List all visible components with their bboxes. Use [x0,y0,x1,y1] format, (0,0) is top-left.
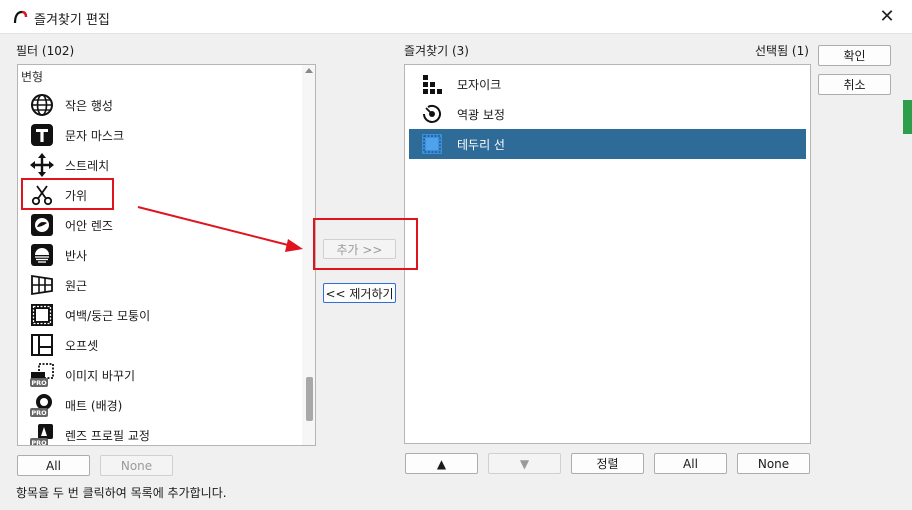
list-item-label: 반사 [65,249,88,263]
app-logo-icon [13,10,28,24]
filter-list[interactable]: 변형 작은 행성 문자 마스크 스트레치 가위 어안 렌즈 반사 원근 여백/둥… [17,64,316,446]
list-item-label: 문자 마스크 [65,129,125,143]
list-item-label: 작은 행성 [65,99,113,113]
move-down-button[interactable]: ▼ [488,453,561,474]
border-line-icon [422,134,442,154]
list-item-label: 오프셋 [65,339,99,353]
right-all-button[interactable]: All [654,453,727,474]
pro-badge: PRO [31,409,47,417]
pro-badge: PRO [31,439,47,446]
fisheye-icon [31,214,53,236]
scroll-up-arrow-icon[interactable] [305,68,313,73]
list-item[interactable]: 오프셋 [18,330,301,360]
list-item[interactable]: 스트레치 [18,150,301,180]
close-icon[interactable]: ✕ [875,5,899,29]
scroll-thumb[interactable] [306,377,313,421]
margin-frame-icon [31,304,53,326]
title-bar: 즐겨찾기 편집 ✕ [0,0,912,34]
list-item-label: 모자이크 [457,78,502,92]
list-item-label: 렌즈 프로필 교정 [65,429,150,443]
lens-profile-icon: PRO [30,424,53,446]
list-item[interactable]: PRO 이미지 바꾸기 [18,360,301,390]
matte-icon: PRO [30,394,52,417]
ok-button[interactable]: 확인 [818,45,891,66]
left-all-button[interactable]: All [17,455,90,476]
list-item[interactable]: PRO 매트 (배경) [18,390,301,420]
perspective-grid-icon [31,274,53,296]
replace-image-icon: PRO [30,363,54,387]
mosaic-icon [423,75,442,94]
list-item[interactable]: 역광 보정 [409,99,806,129]
status-hint: 항목을 두 번 클릭하여 목록에 추가합니다. [16,486,227,500]
list-item[interactable]: 어안 렌즈 [18,210,301,240]
list-item-label: 스트레치 [65,159,110,173]
globe-icon [31,94,53,116]
list-item[interactable]: 여백/둥근 모퉁이 [18,300,301,330]
list-item-label: 원근 [65,279,88,293]
sort-button[interactable]: 정렬 [571,453,644,474]
list-item[interactable]: 모자이크 [409,69,806,99]
list-item[interactable]: 작은 행성 [18,90,301,120]
favorites-count-label: 즐겨찾기 (3) [404,44,469,58]
background-window-edge [903,100,912,134]
remove-button[interactable]: << 제거하기 [323,283,396,303]
list-item-selected[interactable]: 테두리 선 [409,129,806,159]
list-item[interactable]: 문자 마스크 [18,120,301,150]
list-item-label: 이미지 바꾸기 [65,369,136,383]
offset-icon [31,334,53,356]
annotation-box-add-button [313,218,418,270]
group-header-transform: 변형 [21,70,44,84]
list-item-label: 역광 보정 [457,108,505,122]
list-item-label: 테두리 선 [457,138,505,152]
right-none-button[interactable]: None [737,453,810,474]
filter-count-label: 필터 (102) [16,44,75,58]
window-title: 즐겨찾기 편집 [34,13,110,28]
list-item[interactable]: 반사 [18,240,301,270]
list-item-label: 매트 (배경) [65,399,123,413]
text-mask-icon [31,124,53,146]
backlight-icon [423,104,441,123]
annotation-box-scissors [21,178,114,210]
move-up-button[interactable]: ▲ [405,453,478,474]
list-item-label: 여백/둥근 모퉁이 [65,309,151,323]
pro-badge: PRO [31,379,47,387]
cancel-button[interactable]: 취소 [818,74,891,95]
list-item[interactable]: 원근 [18,270,301,300]
list-item-label: 어안 렌즈 [65,219,113,233]
left-none-button[interactable]: None [100,455,173,476]
reflection-icon [31,244,53,266]
list-item[interactable]: PRO 렌즈 프로필 교정 [18,420,301,446]
selected-count-label: 선택됨 (1) [755,44,809,58]
favorites-list[interactable]: 모자이크 역광 보정 테두리 선 [404,64,811,444]
move-arrows-icon [30,153,54,177]
